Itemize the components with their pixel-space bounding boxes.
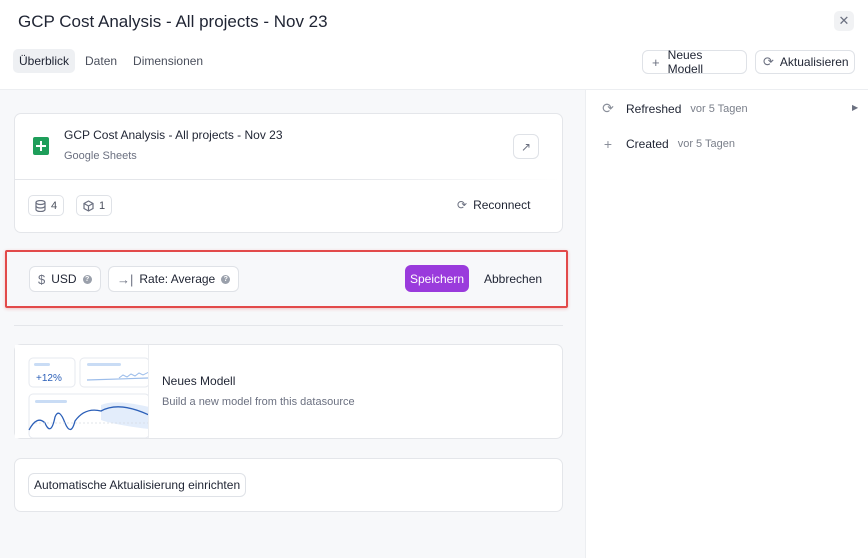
close-button[interactable]: ✕ [834,11,854,31]
plus-icon: + [603,136,613,152]
database-icon [35,199,46,212]
dollar-icon: $ [38,271,46,287]
activity-label: Created [626,137,669,151]
card-divider [15,179,560,180]
page-title: GCP Cost Analysis - All projects - Nov 2… [18,12,328,31]
plus-icon: + [652,54,660,70]
tab-data[interactable]: Daten [79,49,123,73]
refresh-label: Aktualisieren [779,55,849,69]
refresh-button[interactable]: ⟳ Aktualisieren [755,50,855,74]
help-icon[interactable]: ? [82,274,92,284]
tab-overview[interactable]: Überblick [13,49,76,73]
source-type: Google Sheets [64,150,137,162]
rate-label: Rate: Average [139,272,216,286]
cube-icon [83,199,94,212]
tables-count-badge[interactable]: 4 [28,195,65,216]
rate-selector[interactable]: →| Rate: Average ? [108,266,240,292]
save-button[interactable]: Speichern [405,265,469,292]
arrow-to-line-icon: →| [117,271,134,287]
currency-selector[interactable]: $ USD ? [29,266,101,292]
tab-bar: Überblick Daten Dimensionen [13,49,209,73]
reconnect-button[interactable]: ⟳ Reconnect [457,198,530,212]
tables-count: 4 [51,199,58,212]
activity-label: Refreshed [626,101,682,116]
tab-dimensions[interactable]: Dimensionen [127,49,209,73]
auto-refresh-button[interactable]: Automatische Aktualisierung einrichten [28,473,247,497]
model-preview-illustration: +12% [15,345,149,438]
new-model-button[interactable]: + Neues Modell [642,48,747,76]
close-icon: ✕ [838,13,850,28]
open-external-button[interactable]: ↗ [513,134,539,159]
growth-badge: +12% [36,373,62,384]
chart-illustration: +12% [28,357,148,438]
section-divider [14,325,563,326]
activity-refreshed[interactable]: ⟳ Refreshed vor 5 Tagen [600,100,748,117]
source-title: GCP Cost Analysis - All projects - Nov 2… [64,128,283,142]
new-model-title: Neues Modell [162,374,236,388]
refresh-icon: ⟳ [602,100,614,116]
activity-time: vor 5 Tagen [677,138,735,150]
activity-time: vor 5 Tagen [690,102,748,115]
refresh-icon: ⟳ [457,198,468,212]
cancel-button[interactable]: Abbrechen [478,265,548,292]
models-count-badge[interactable]: 1 [76,195,113,216]
help-icon[interactable]: ? [221,274,231,284]
refresh-icon: ⟳ [763,54,774,69]
panel-divider [585,90,586,558]
google-sheets-icon [33,137,49,155]
currency-label: USD [51,272,77,286]
arrow-up-right-icon: ↗ [520,139,532,154]
activity-created: + Created vor 5 Tagen [600,136,735,152]
reconnect-label: Reconnect [473,198,531,212]
chevron-right-icon[interactable]: ▶ [852,103,858,112]
new-model-subtitle: Build a new model from this datasource [162,396,355,408]
models-count: 1 [99,199,106,212]
new-model-label: Neues Modell [667,48,704,76]
